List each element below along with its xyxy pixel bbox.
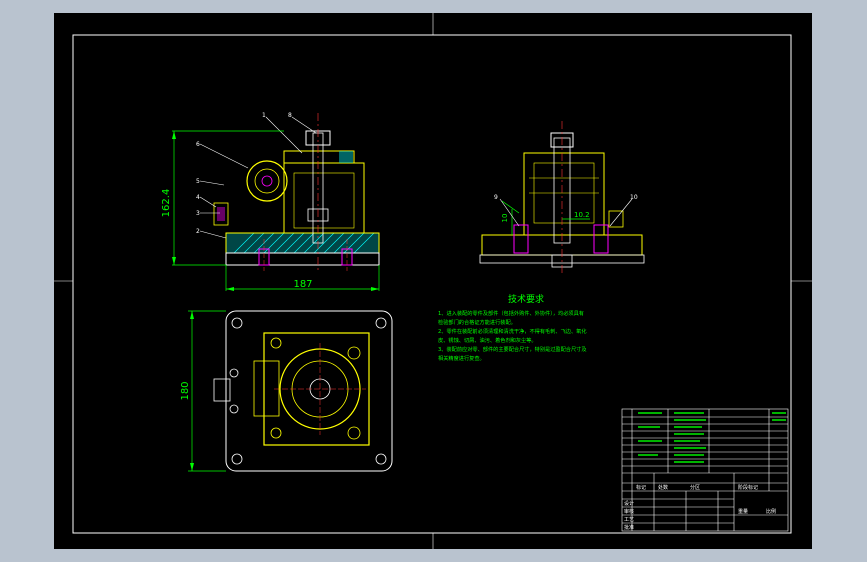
dim-height: 162.4: [161, 189, 172, 218]
notes-line: 3、装配前应对零、部件的主要配合尺寸，特别是过盈配合尺寸及: [438, 345, 587, 353]
notes-line: 检验部门的合格证方能进行装配。: [438, 318, 516, 326]
title-block: 标记 处数 分区 设计 审核 工艺 批准 阶段标记 重量 比例: [621, 408, 789, 532]
notes-line: 皮、锈蚀、切屑、油污、着色剂和灰尘等。: [438, 336, 537, 344]
tb-label-zone: 分区: [690, 484, 700, 491]
inner-border: [72, 34, 792, 534]
notes-line: 相关精度进行复查。: [438, 354, 485, 362]
tb-label-weight: 重量: [738, 508, 748, 515]
tb-label-design: 设计: [624, 500, 634, 507]
tb-label-count: 处数: [658, 484, 668, 491]
dim-width: 187: [293, 279, 312, 290]
balloon-9: 9: [494, 194, 498, 201]
balloon-8: 8: [288, 112, 292, 119]
dim-plan-height: 180: [180, 381, 191, 400]
tb-label-review: 审核: [624, 508, 634, 515]
balloon-3: 3: [196, 210, 200, 217]
side-balloons: 9 10: [494, 194, 638, 201]
tb-label-process: 工艺: [624, 517, 634, 523]
tb-label-scale: 比例: [766, 508, 776, 515]
tb-label-mark: 标记: [636, 484, 646, 491]
notes-title: 技术要求: [508, 293, 544, 305]
side-view: [479, 121, 645, 275]
engineering-drawing: 162.4 187 1 2 3 4 5 6 8 9 10 10 10.2 180…: [54, 13, 812, 549]
balloon-5: 5: [196, 178, 200, 185]
drawing-frame: [54, 13, 812, 549]
balloon-1: 1: [262, 112, 266, 119]
front-balloons: 1 2 3 4 5 6 8: [196, 112, 292, 235]
balloon-4: 4: [196, 194, 200, 201]
plan-view: [188, 310, 393, 472]
notes-line: 2、零件在装配前必须清理和清洗干净，不得有毛刺、飞边、氧化: [438, 327, 587, 335]
tb-label-approve: 批准: [624, 524, 634, 531]
dim-side-mid: 10.2: [574, 211, 590, 219]
cad-drawing-viewport[interactable]: 162.4 187 1 2 3 4 5 6 8 9 10 10 10.2 180…: [54, 13, 812, 549]
notes-line: 1、进入装配的零件及部件（包括外购件、外协件），均必须具有: [438, 309, 584, 317]
front-section-view: [172, 113, 380, 291]
balloon-6: 6: [196, 141, 200, 148]
balloon-10: 10: [630, 194, 638, 201]
dim-side-small: 10: [501, 214, 509, 223]
balloon-2: 2: [196, 228, 200, 235]
tb-label-stage: 阶段标记: [738, 484, 758, 491]
technical-notes: 技术要求 1、进入装配的零件及部件（包括外购件、外协件），均必须具有 检验部门的…: [438, 293, 587, 362]
